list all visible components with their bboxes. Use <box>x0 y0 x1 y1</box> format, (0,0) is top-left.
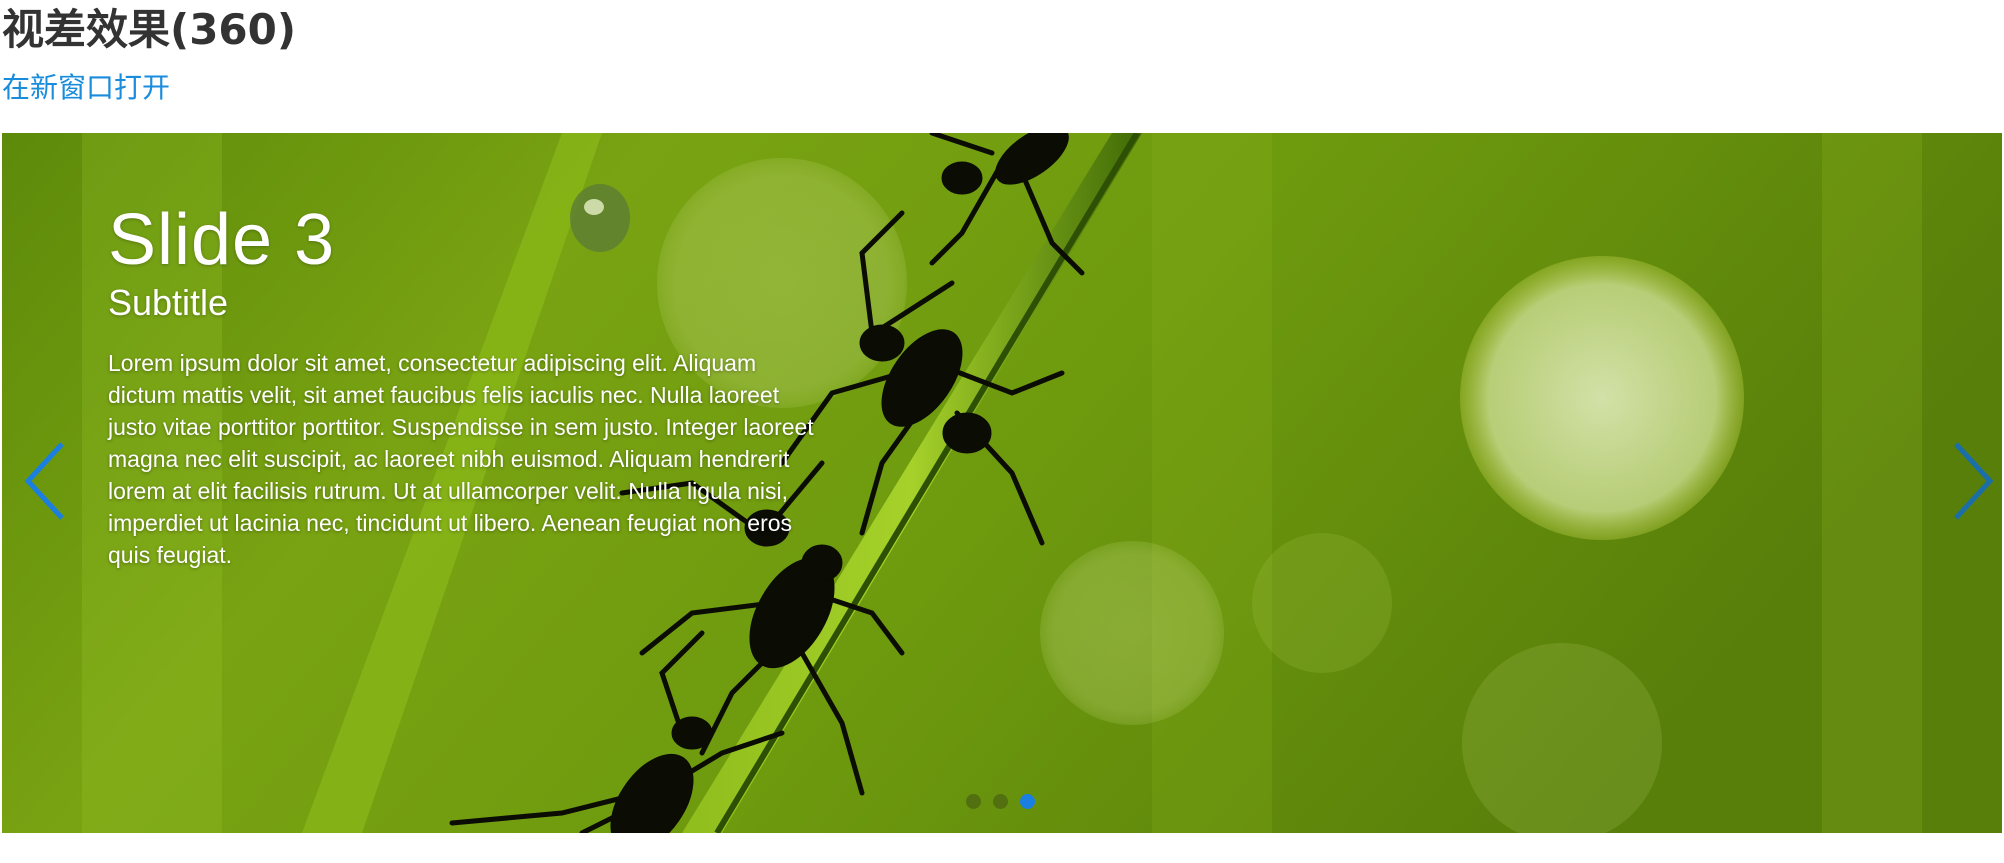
slide-caption: Slide 3 Subtitle Lorem ipsum dolor sit a… <box>108 199 828 571</box>
slide-dot-2[interactable] <box>993 794 1008 809</box>
open-in-new-window-link[interactable]: 在新窗口打开 <box>2 70 170 106</box>
slide-dot-3[interactable] <box>1020 794 1035 809</box>
slide-subtitle: Subtitle <box>108 282 229 323</box>
slide-dot-1[interactable] <box>966 794 981 809</box>
slide-pagination <box>966 794 1035 809</box>
chevron-right-icon <box>1954 442 1994 520</box>
previous-slide-button[interactable] <box>20 438 76 524</box>
slide-description: Lorem ipsum dolor sit amet, consectetur … <box>108 350 814 568</box>
parallax-slider: Slide 3 Subtitle Lorem ipsum dolor sit a… <box>2 133 2002 833</box>
page-title: 视差效果(360) <box>2 5 297 54</box>
next-slide-button[interactable] <box>1942 438 1998 524</box>
chevron-left-icon <box>24 442 64 520</box>
slide-title: Slide 3 <box>108 200 336 280</box>
